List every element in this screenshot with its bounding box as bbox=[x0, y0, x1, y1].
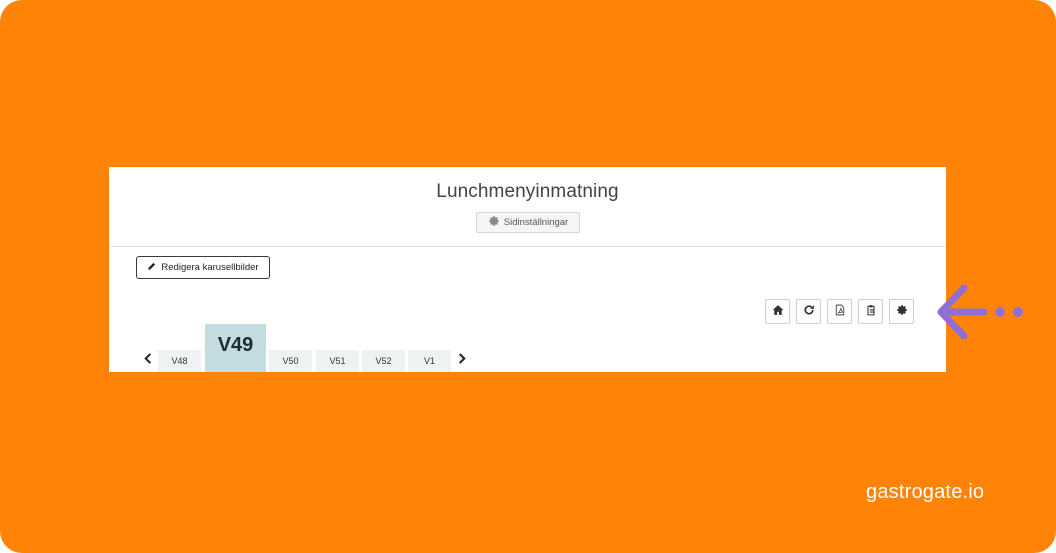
pencil-icon bbox=[147, 262, 156, 274]
lunch-menu-panel: Lunchmenyinmatning Sidinställningar Redi… bbox=[109, 167, 946, 372]
brand-watermark: gastrogate.io bbox=[866, 481, 985, 503]
gear-icon bbox=[896, 303, 908, 321]
refresh-icon bbox=[803, 303, 815, 321]
page-settings-label: Sidinställningar bbox=[503, 217, 569, 228]
next-week-button[interactable] bbox=[455, 353, 469, 367]
annotation-arrow bbox=[932, 282, 1032, 344]
orange-frame: Lunchmenyinmatning Sidinställningar Redi… bbox=[0, 0, 1056, 553]
chevron-left-icon bbox=[144, 351, 152, 369]
home-button[interactable] bbox=[765, 299, 790, 324]
toolbar bbox=[765, 299, 914, 324]
edit-carousel-button[interactable]: Redigera karusellbilder bbox=[136, 256, 270, 279]
tab-v1[interactable]: V1 bbox=[408, 350, 451, 372]
previous-week-button[interactable] bbox=[141, 353, 155, 367]
page-settings-button[interactable]: Sidinställningar bbox=[476, 212, 580, 233]
clipboard-button[interactable] bbox=[858, 299, 883, 324]
tab-v52[interactable]: V52 bbox=[362, 350, 405, 372]
tab-v50[interactable]: V50 bbox=[269, 350, 312, 372]
clipboard-icon bbox=[865, 303, 877, 321]
settings-button[interactable] bbox=[889, 299, 914, 324]
page-title: Lunchmenyinmatning bbox=[436, 181, 619, 202]
gear-icon bbox=[488, 215, 500, 230]
tab-v48[interactable]: V48 bbox=[158, 350, 201, 372]
edit-carousel-label: Redigera karusellbilder bbox=[161, 262, 259, 273]
home-icon bbox=[772, 303, 784, 321]
pdf-icon bbox=[834, 303, 846, 321]
chevron-right-icon bbox=[458, 351, 466, 369]
tab-v49[interactable]: V49 bbox=[205, 324, 266, 372]
header-divider bbox=[109, 246, 946, 247]
refresh-button[interactable] bbox=[796, 299, 821, 324]
pdf-button[interactable] bbox=[827, 299, 852, 324]
tab-v51[interactable]: V51 bbox=[316, 350, 359, 372]
